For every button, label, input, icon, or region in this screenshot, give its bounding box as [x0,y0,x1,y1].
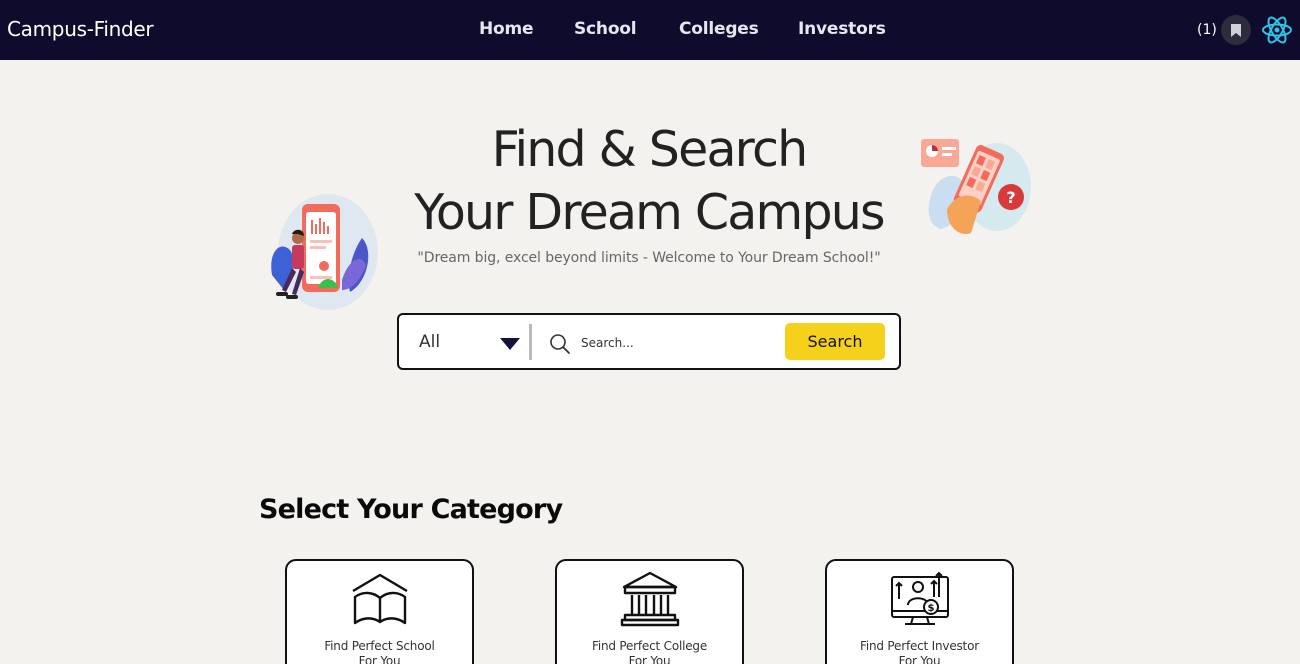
category-card-school[interactable]: Find Perfect School For You [285,559,474,664]
category-card-college[interactable]: Find Perfect College For You [555,559,744,664]
chevron-down-icon[interactable] [500,338,520,350]
nav-link-investors[interactable]: Investors [798,19,886,39]
category-card-label-line2: For You [358,654,401,664]
book-icon [352,573,408,625]
category-card-investor[interactable]: $ Find Perfect Investor For You [825,559,1014,664]
category-card-label: Find Perfect Investor For You [827,639,1012,664]
bookmark-count: (1) [1197,22,1217,38]
student-phone-illustration [271,194,378,310]
phone-question-illustration: ? [921,139,1031,234]
search-divider [529,324,532,360]
hero-title-line2: Your Dream Campus [414,184,885,241]
search-icon [550,334,570,354]
search-button[interactable]: Search [785,323,885,360]
hero-tagline: "Dream big, excel beyond limits - Welcom… [417,250,881,266]
search-bar: All Search [397,313,901,370]
investor-monitor-icon: $ [891,571,949,625]
brand-name[interactable]: Campus-Finder [7,17,154,41]
hero-title-line1: Find & Search [491,121,809,178]
hero-title: Find & Search Your Dream Campus [390,118,908,244]
nav-link-home[interactable]: Home [479,19,534,39]
bookmark-button[interactable] [1221,15,1251,45]
category-section-title: Select Your Category [259,494,563,525]
institution-building-icon [620,571,680,627]
category-card-label-line2: For You [628,654,671,664]
category-card-label: Find Perfect College For You [557,639,742,664]
category-card-label-line1: Find Perfect School [324,639,435,653]
category-select-value[interactable]: All [419,332,440,352]
search-input[interactable] [581,328,777,358]
category-card-label: Find Perfect School For You [287,639,472,664]
svg-text:$: $ [928,603,935,614]
atom-logo-icon[interactable] [1261,14,1293,46]
category-card-label-line1: Find Perfect College [591,639,708,653]
top-navbar: Campus-Finder Home School Colleges Inves… [0,0,1300,60]
category-card-label-line1: Find Perfect Investor [860,639,979,653]
svg-text:?: ? [1006,188,1015,207]
nav-link-school[interactable]: School [574,19,637,39]
bookmark-icon [1231,23,1241,37]
nav-link-colleges[interactable]: Colleges [679,19,759,39]
category-card-label-line2: For You [898,654,941,664]
